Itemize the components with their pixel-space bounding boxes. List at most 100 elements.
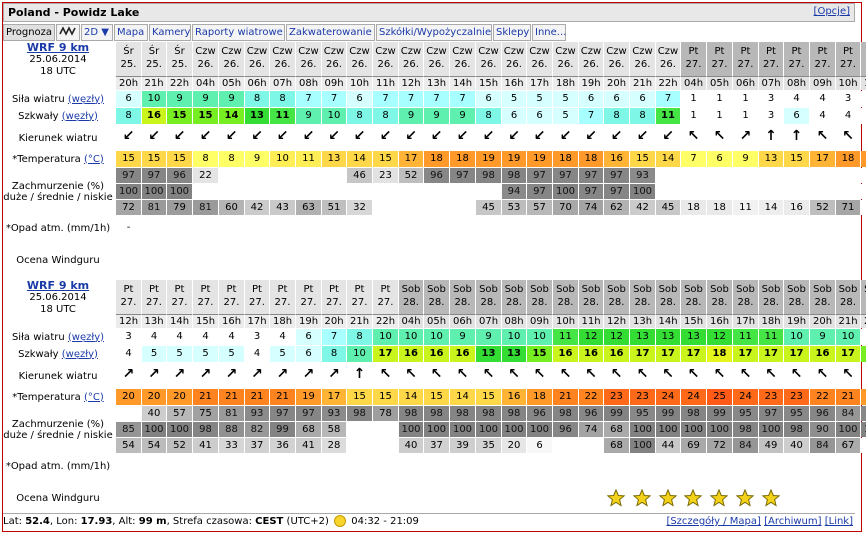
nav-link-szkolki[interactable]: Szkółki/Wypożyczalnie (376, 24, 492, 41)
wind-units-link[interactable]: (węzły) (68, 332, 104, 343)
rating-star-icon (736, 489, 754, 507)
precipitation-cell (604, 454, 630, 478)
cloud-low-cell (347, 438, 373, 453)
temperature-cell: 21 (836, 389, 861, 405)
nav-link-mapa[interactable]: Mapa (114, 24, 148, 41)
cloud-mid-cell: 100 (630, 422, 656, 437)
cloud-mid-cell (681, 184, 707, 199)
hour-cell: 05h (424, 314, 450, 328)
wind-arrow-icon: ↖ (713, 128, 726, 144)
wind-direction-cell: ↖ (784, 364, 810, 388)
wind-speed-cell: 5 (553, 91, 579, 107)
day-header: Sob 28. (681, 280, 707, 314)
wave-icon (59, 26, 76, 36)
permalink-link[interactable]: [Link] (825, 516, 853, 527)
temperature-cell: 23 (604, 389, 630, 405)
day-name: Śr (148, 46, 160, 57)
hour-cell: 14h (656, 314, 681, 328)
cloud-low-cell: 39 (450, 438, 476, 453)
rating-text: Ocena Windguru (16, 254, 100, 266)
wind-direction-cell: ↙ (553, 126, 579, 150)
hour-cell: 12h (604, 314, 630, 328)
nav-link-zakwaterowanie[interactable]: Zakwaterowanie (286, 24, 375, 41)
wind-direction-label: Kierunek wiatru (3, 364, 113, 388)
mode-select[interactable]: 2D ▼ (81, 24, 113, 41)
day-date: 26. (377, 59, 394, 70)
cloud-high-cell: 97 (553, 168, 579, 183)
gust-cell: 5 (193, 346, 219, 362)
wind-speed-cell: 13 (681, 329, 707, 345)
day-header: Czw 26. (527, 42, 553, 76)
gust-cell: 1 (733, 108, 759, 124)
gust-cell: 10 (347, 346, 373, 362)
wind-arrow-icon: ↖ (842, 366, 854, 382)
temperature-units-link[interactable]: (°C) (84, 392, 104, 403)
model-link[interactable]: WRF 9 km (3, 280, 113, 292)
hour-cell: 10h (836, 76, 861, 90)
cloud-low-cell: 41 (193, 438, 219, 453)
wind-direction-cell: ↙ (322, 126, 347, 150)
wind-speed-cell: 6 (604, 91, 630, 107)
day-header: Sob 28. (733, 280, 759, 314)
details-map-link[interactable]: [Szczegóły / Mapa] (666, 516, 760, 527)
gusts-text: Szkwały (18, 348, 59, 360)
temperature-cell: 13 (322, 151, 347, 167)
model-link[interactable]: WRF 9 km (3, 42, 113, 54)
wind-speed-cell: 8 (245, 91, 270, 107)
day-header: Czw 26. (450, 42, 476, 76)
temperature-cell: 18 (450, 151, 476, 167)
day-name: Pt (200, 284, 211, 295)
cloud-mid-cell (347, 422, 373, 437)
gust-cell: 8 (630, 108, 656, 124)
cloud-mid-cell: 97 (579, 184, 604, 199)
gusts-units-link[interactable]: (węzły) (62, 349, 98, 360)
precipitation-cell (681, 216, 707, 240)
cloud-mid-cell: 100 (681, 422, 707, 437)
cloud-low-cell: 54 (116, 438, 142, 453)
wind-direction-cell: ↙ (604, 126, 630, 150)
options-link[interactable]: [Opcje] (814, 6, 850, 17)
wind-direction-cell: ↙ (424, 126, 450, 150)
hour-cell: 21h (347, 314, 373, 328)
nav-link-inne[interactable]: Inne... (532, 24, 566, 41)
nav-link-kamery[interactable]: Kamery (149, 24, 191, 41)
day-header: Czw 26. (604, 42, 630, 76)
hour-cell: 12h (116, 314, 142, 328)
day-date: 28. (737, 297, 754, 308)
tz-offset: (UTC+2) (286, 516, 329, 527)
day-date: 27. (377, 297, 394, 308)
gusts-units-link[interactable]: (węzły) (62, 111, 98, 122)
hour-cell: 21h (630, 76, 656, 90)
cloud-mid-cell: 99 (270, 422, 296, 437)
wind-speed-cell: 11 (553, 329, 579, 345)
archive-link[interactable]: [Archiwum] (764, 516, 821, 527)
wind-direction-cell: ↖ (604, 364, 630, 388)
nav-link-sklepy[interactable]: Sklepy (493, 24, 531, 41)
nav-link-raporty[interactable]: Raporty wiatrowe (192, 24, 285, 41)
cloud-low-cell: 53 (502, 200, 527, 215)
hour-cell: 10h (347, 76, 373, 90)
hour-cell: 18h (553, 76, 579, 90)
day-name: Pt (791, 46, 802, 57)
temperature-cell: 18 (553, 151, 579, 167)
temperature-units-link[interactable]: (°C) (84, 154, 104, 165)
hour-cell: 08h (296, 76, 322, 90)
temperature-cell: 15 (167, 151, 193, 167)
cloud-mid-cell: 98 (733, 422, 759, 437)
wind-arrow-icon: ↖ (482, 366, 495, 382)
model-run-utc: 18 UTC (40, 304, 76, 315)
cloud-cover-label: Zachmurzenie (%) duże / średnie / niskie (3, 406, 113, 453)
wind-units-link[interactable]: (węzły) (68, 94, 104, 105)
day-date: 25. (146, 59, 162, 70)
wind-arrow-icon: ↑ (353, 366, 366, 382)
hour-cell: 20h (322, 314, 347, 328)
temperature-cell: 14 (656, 151, 681, 167)
cloud-high-cell (270, 168, 296, 183)
gust-cell: 16 (810, 346, 836, 362)
hour-cell: 15h (476, 76, 502, 90)
hour-cell: 06h (245, 76, 270, 90)
graph-icon[interactable] (56, 24, 80, 41)
wind-speed-cell: 12 (604, 329, 630, 345)
day-name: Czw (221, 46, 242, 57)
wind-speed-cell: 4 (784, 91, 810, 107)
